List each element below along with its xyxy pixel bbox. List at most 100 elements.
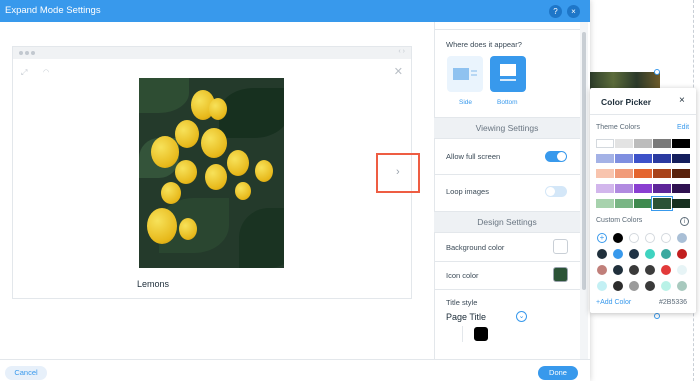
window-dot: [25, 51, 29, 55]
window-dot: [31, 51, 35, 55]
theme-color-swatch[interactable]: [672, 169, 690, 178]
custom-color-swatch[interactable]: [629, 233, 639, 243]
theme-color-swatch[interactable]: [634, 169, 652, 178]
theme-color-swatch[interactable]: [634, 154, 652, 163]
divider: [434, 289, 580, 290]
custom-color-swatch[interactable]: [661, 265, 671, 275]
custom-color-swatch[interactable]: [645, 249, 655, 259]
custom-colors-label: Custom Colors: [596, 217, 643, 224]
color-picker-close-icon[interactable]: ×: [679, 95, 685, 106]
title-style-label: Title style: [446, 298, 478, 307]
theme-color-swatch[interactable]: [596, 139, 614, 148]
theme-color-swatch[interactable]: [596, 169, 614, 178]
theme-color-swatch[interactable]: [672, 199, 690, 208]
dialog-title: Expand Mode Settings: [5, 5, 101, 16]
editor-resize-handle[interactable]: [654, 69, 660, 75]
color-picker-title: Color Picker: [601, 97, 652, 107]
appear-label: Where does it appear?: [446, 40, 522, 49]
hex-value: #2B5336: [659, 299, 688, 306]
divider: [434, 29, 580, 30]
loop-images-toggle[interactable]: [545, 186, 567, 197]
custom-color-swatch[interactable]: [677, 265, 687, 275]
cancel-button[interactable]: Cancel: [5, 366, 47, 380]
background-color-swatch[interactable]: [553, 239, 568, 254]
custom-color-swatch[interactable]: [629, 281, 639, 291]
theme-color-swatch[interactable]: [672, 154, 690, 163]
lemons-photo: [139, 78, 284, 268]
custom-color-swatch[interactable]: [597, 265, 607, 275]
theme-color-swatch[interactable]: [653, 169, 671, 178]
custom-color-swatch[interactable]: [629, 265, 639, 275]
theme-color-swatch[interactable]: [634, 184, 652, 193]
layout-option-bottom[interactable]: [490, 56, 526, 92]
add-custom-color-button[interactable]: +: [597, 233, 607, 243]
add-color-link[interactable]: +Add Color: [596, 299, 631, 306]
custom-color-swatch[interactable]: [613, 233, 623, 243]
divider: [434, 261, 580, 262]
bottom-layout-icon: [500, 64, 516, 81]
theme-color-swatch[interactable]: [634, 199, 652, 208]
layout-option-side-label: Side: [459, 99, 473, 106]
custom-color-swatch[interactable]: [613, 265, 623, 275]
custom-color-swatch[interactable]: [613, 249, 623, 259]
theme-color-swatch[interactable]: [615, 154, 633, 163]
custom-color-swatch[interactable]: [597, 249, 607, 259]
theme-color-swatch[interactable]: [615, 169, 633, 178]
done-button[interactable]: Done: [538, 366, 578, 380]
browser-arrows-icon: ‹ ›: [398, 48, 405, 55]
theme-colors-label: Theme Colors: [596, 124, 640, 131]
next-arrow-icon[interactable]: ›: [396, 166, 400, 178]
side-layout-icon: [453, 68, 477, 80]
photo-title: Lemons: [137, 279, 170, 289]
theme-color-swatch[interactable]: [634, 139, 652, 148]
custom-color-swatch[interactable]: [677, 281, 687, 291]
theme-color-swatch[interactable]: [596, 184, 614, 193]
custom-color-swatch[interactable]: [677, 233, 687, 243]
theme-color-swatch[interactable]: [672, 139, 690, 148]
layout-option-side[interactable]: [447, 56, 483, 92]
close-icon[interactable]: ×: [567, 5, 580, 18]
theme-color-swatch[interactable]: [653, 139, 671, 148]
theme-color-swatch[interactable]: [615, 199, 633, 208]
custom-color-swatch[interactable]: [645, 281, 655, 291]
title-style-value: Page Title: [446, 312, 487, 322]
background-color-label: Background color: [446, 243, 505, 252]
icon-color-label: Icon color: [446, 271, 479, 280]
info-icon[interactable]: i: [680, 217, 689, 226]
theme-color-swatch[interactable]: [652, 197, 672, 210]
editor-resize-handle[interactable]: [654, 313, 660, 319]
theme-color-swatch[interactable]: [672, 184, 690, 193]
layout-option-bottom-label: Bottom: [497, 99, 518, 106]
panel-scrollbar-thumb[interactable]: [582, 32, 586, 290]
theme-color-swatch[interactable]: [596, 199, 614, 208]
edit-theme-link[interactable]: Edit: [677, 124, 689, 131]
custom-color-swatch[interactable]: [613, 281, 623, 291]
share-icon: ◠: [43, 69, 50, 76]
dialog-footer: [0, 359, 590, 381]
icon-color-swatch[interactable]: [553, 267, 568, 282]
title-color-swatch[interactable]: [474, 327, 488, 341]
theme-color-swatch[interactable]: [596, 154, 614, 163]
theme-color-swatch[interactable]: [653, 184, 671, 193]
browser-bar: ‹ ›: [13, 47, 411, 59]
chevron-down-icon[interactable]: ⌄: [516, 311, 527, 322]
custom-color-swatch[interactable]: [645, 233, 655, 243]
allow-fullscreen-toggle[interactable]: [545, 151, 567, 162]
browser-mockup: ‹ › ⤢ ◠ ✕ Lemons: [12, 46, 412, 299]
custom-color-swatch[interactable]: [629, 249, 639, 259]
help-icon[interactable]: ?: [549, 5, 562, 18]
custom-color-swatch[interactable]: [645, 265, 655, 275]
custom-color-swatch[interactable]: [661, 281, 671, 291]
custom-color-swatch[interactable]: [661, 249, 671, 259]
design-settings-header: Design Settings: [434, 211, 580, 233]
divider: [462, 326, 463, 342]
theme-color-swatch[interactable]: [653, 154, 671, 163]
custom-color-swatch[interactable]: [661, 233, 671, 243]
preview-close-icon: ✕: [393, 66, 403, 78]
viewing-settings-header: Viewing Settings: [434, 117, 580, 139]
theme-color-swatch[interactable]: [615, 184, 633, 193]
allow-fullscreen-label: Allow full screen: [446, 152, 501, 161]
custom-color-swatch[interactable]: [597, 281, 607, 291]
theme-color-swatch[interactable]: [615, 139, 633, 148]
custom-color-swatch[interactable]: [677, 249, 687, 259]
